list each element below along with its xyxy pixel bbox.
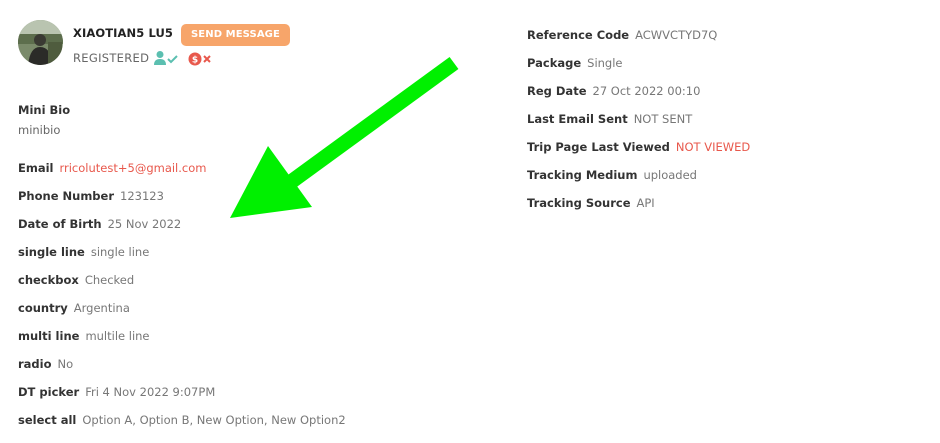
field-label: Last Email Sent: [527, 112, 628, 126]
field-label: Tracking Medium: [527, 168, 638, 182]
field-label: multi line: [18, 329, 80, 343]
field-label: Reference Code: [527, 28, 630, 42]
field-dt-picker: DT picker Fri 4 Nov 2022 9:07PM: [18, 385, 215, 399]
field-label: radio: [18, 357, 52, 371]
field-label: Trip Page Last Viewed: [527, 140, 670, 154]
field-tracking-source: Tracking Source API: [527, 196, 655, 210]
field-value: multile line: [85, 329, 150, 343]
field-date-of-birth: Date of Birth 25 Nov 2022: [18, 217, 181, 231]
field-value: No: [57, 357, 74, 371]
field-tracking-medium: Tracking Medium uploaded: [527, 168, 697, 182]
field-value: 25 Nov 2022: [107, 217, 182, 231]
field-value: ACWVCTYD7Q: [635, 28, 718, 42]
mini-bio-text: minibio: [18, 123, 61, 137]
mini-bio-title: Mini Bio: [18, 103, 71, 117]
field-value: 123123: [120, 189, 164, 203]
send-message-button[interactable]: SEND MESSAGE: [181, 24, 290, 46]
field-value: NOT VIEWED: [675, 140, 751, 154]
field-label: Tracking Source: [527, 196, 631, 210]
avatar: [18, 20, 63, 65]
field-email: Email rricolutest+5@gmail.com: [18, 161, 206, 175]
email-link[interactable]: rricolutest+5@gmail.com: [59, 161, 206, 175]
field-value: Argentina: [73, 301, 130, 315]
user-name: XIAOTIAN5 LU5: [73, 26, 174, 40]
field-label: Date of Birth: [18, 217, 102, 231]
field-value: NOT SENT: [633, 112, 693, 126]
field-trip-page-last-viewed: Trip Page Last Viewed NOT VIEWED: [527, 140, 750, 154]
field-value: Fri 4 Nov 2022 9:07PM: [85, 385, 216, 399]
field-value: 27 Oct 2022 00:10: [592, 84, 701, 98]
field-label: Reg Date: [527, 84, 587, 98]
field-value: Checked: [84, 273, 135, 287]
field-label: checkbox: [18, 273, 79, 287]
payment-x-icon: $: [188, 51, 212, 66]
field-label: DT picker: [18, 385, 80, 399]
field-label: country: [18, 301, 68, 315]
field-label: single line: [18, 245, 85, 259]
field-checkbox: checkbox Checked: [18, 273, 134, 287]
field-package: Package Single: [527, 56, 623, 70]
svg-text:$: $: [192, 56, 198, 66]
registration-status: REGISTERED: [73, 51, 150, 65]
field-reg-date: Reg Date 27 Oct 2022 00:10: [527, 84, 700, 98]
field-label: Email: [18, 161, 54, 175]
field-value: Option A, Option B, New Option, New Opti…: [82, 413, 346, 427]
green-arrow-annotation: [230, 56, 459, 218]
field-multi-line: multi line multile line: [18, 329, 150, 343]
field-single-line: single line single line: [18, 245, 149, 259]
field-value: uploaded: [643, 168, 697, 182]
person-check-icon: [153, 50, 179, 66]
field-value: API: [636, 196, 655, 210]
field-value: Single: [587, 56, 623, 70]
field-value: single line: [90, 245, 150, 259]
field-phone-number: Phone Number 123123: [18, 189, 164, 203]
field-label: Package: [527, 56, 582, 70]
field-label: select all: [18, 413, 77, 427]
field-country: country Argentina: [18, 301, 130, 315]
field-select-all: select all Option A, Option B, New Option…: [18, 413, 346, 427]
field-label: Phone Number: [18, 189, 115, 203]
field-reference-code: Reference Code ACWVCTYD7Q: [527, 28, 717, 42]
field-last-email-sent: Last Email Sent NOT SENT: [527, 112, 692, 126]
field-radio: radio No: [18, 357, 73, 371]
